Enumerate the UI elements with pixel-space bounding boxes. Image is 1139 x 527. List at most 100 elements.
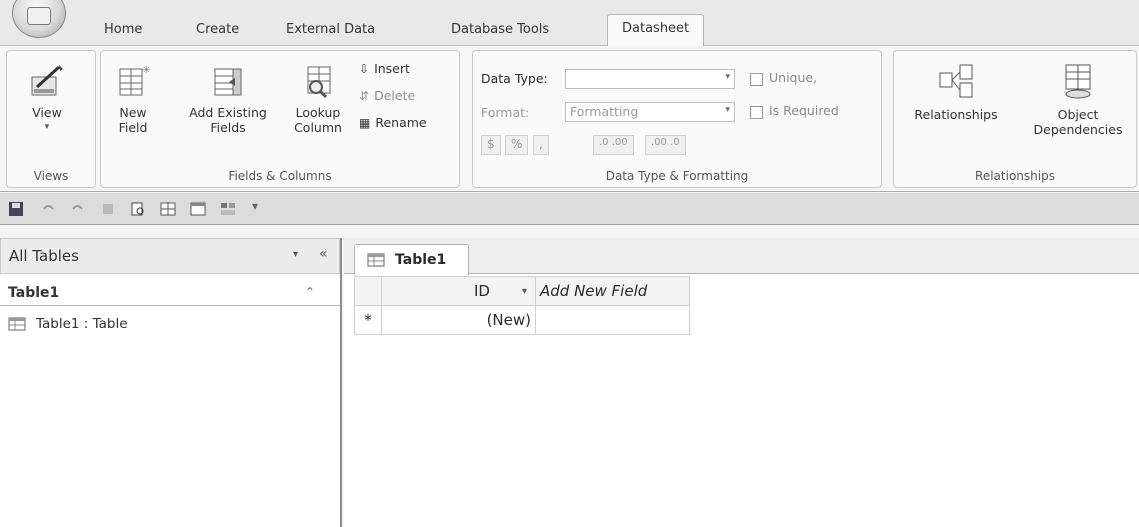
group-relationships: Relationships Object Dependencies Relati… [893, 50, 1137, 188]
select-all-corner[interactable] [354, 276, 382, 306]
navigation-pane: All Tables ▾ « Table1 ⌃ Table1 : Table [0, 238, 342, 527]
redo-icon[interactable] [70, 201, 86, 217]
nav-header[interactable]: All Tables ▾ « [0, 238, 340, 274]
table-icon [367, 253, 385, 267]
view-icon [31, 65, 63, 96]
lookup-column-button[interactable]: Lookup Column [283, 63, 353, 135]
lookup-label-1: Lookup [295, 105, 341, 120]
tab-home[interactable]: Home [104, 22, 142, 37]
group-label-relationships: Relationships [975, 169, 1055, 183]
relationships-icon [939, 64, 973, 98]
is-required-checkbox[interactable] [750, 106, 763, 119]
insert-label: Insert [374, 61, 410, 76]
new-row-add-field-cell[interactable] [535, 305, 690, 335]
nav-title: All Tables [9, 247, 79, 265]
table-icon [8, 317, 26, 331]
view-label: View [32, 105, 62, 120]
add-existing-label-2: Fields [210, 120, 246, 135]
svg-text:✳: ✳ [142, 65, 150, 76]
format-dropdown-icon: ▾ [725, 105, 730, 115]
percent-button[interactable]: % [505, 135, 529, 155]
lookup-column-icon [307, 66, 331, 99]
unique-checkbox[interactable] [750, 73, 763, 86]
group-label-fields-columns: Fields & Columns [228, 169, 332, 183]
undo-icon[interactable] [40, 201, 56, 217]
lookup-label-2: Column [294, 120, 342, 135]
format-value: Formatting [570, 104, 639, 119]
document-tab-bar: Table1 [344, 238, 1139, 275]
object-dependencies-button[interactable]: Object Dependencies [1018, 61, 1138, 137]
relationships-label: Relationships [914, 107, 998, 122]
data-type-label: Data Type: [481, 71, 548, 86]
save-icon[interactable] [8, 201, 24, 217]
column-header-id[interactable]: ID ▾ [381, 276, 536, 306]
nav-item-table1[interactable]: Table1 : Table [8, 316, 128, 332]
new-field-label-1: New [119, 105, 147, 120]
object-dependencies-icon [1065, 64, 1091, 99]
insert-button[interactable]: ⇩ Insert [359, 61, 410, 76]
group-data-type-formatting: Data Type: ▾ Unique, Format: Formatting … [472, 50, 882, 188]
document-tab-label: Table1 [395, 252, 447, 268]
ribbon: View ▾ Views ✳ New Field Add Existing Fi… [0, 46, 1139, 192]
column-header-add-new-field[interactable]: Add New Field [535, 276, 690, 306]
office-logo-icon [27, 7, 51, 25]
currency-button[interactable]: $ [481, 135, 501, 155]
delete-icon: ⇵ [359, 88, 370, 103]
group-label-views: Views [33, 169, 69, 183]
tab-create[interactable]: Create [196, 22, 239, 37]
new-row-id-cell[interactable]: (New) [381, 305, 536, 335]
layout-icon[interactable] [220, 201, 236, 217]
new-field-icon: ✳ [119, 65, 150, 96]
object-dependencies-label-1: Object [1057, 107, 1099, 122]
document-tab-table1[interactable]: Table1 [354, 244, 469, 275]
format-label: Format: [481, 105, 530, 120]
add-existing-label-1: Add Existing [189, 105, 267, 120]
customize-qat-icon[interactable]: ▾ [252, 199, 258, 213]
print-preview-icon[interactable] [130, 201, 146, 217]
delete-button[interactable]: ⇵ Delete [359, 88, 415, 103]
tab-external-data[interactable]: External Data [286, 22, 375, 37]
sort-icon[interactable] [100, 201, 116, 217]
unique-label: Unique, [769, 70, 818, 85]
column-sort-dropdown-icon[interactable]: ▾ [522, 286, 527, 297]
nav-group-header[interactable]: Table1 ⌃ [0, 282, 340, 306]
data-type-dropdown-icon: ▾ [725, 72, 730, 82]
new-field-label-2: Field [118, 120, 148, 135]
group-label-data-type: Data Type & Formatting [605, 169, 749, 183]
format-dropdown[interactable]: Formatting ▾ [565, 102, 735, 122]
shutter-bar-collapse-icon[interactable]: « [319, 246, 328, 262]
grid-icon[interactable] [160, 201, 176, 217]
new-row-selector[interactable]: * [354, 305, 382, 335]
add-existing-fields-button[interactable]: Add Existing Fields [173, 63, 283, 135]
new-field-button[interactable]: ✳ New Field [109, 63, 157, 135]
is-required-label: Is Required [769, 103, 839, 118]
tab-datasheet[interactable]: Datasheet [607, 14, 705, 47]
tab-database-tools[interactable]: Database Tools [451, 22, 549, 37]
window-icon[interactable] [190, 201, 206, 217]
rename-icon: ▦ [359, 115, 371, 130]
relationships-button[interactable]: Relationships [900, 61, 1012, 122]
delete-label: Delete [374, 88, 416, 103]
comma-button[interactable]: , [533, 135, 549, 155]
rename-button[interactable]: ▦ Rename [359, 115, 427, 130]
group-fields-columns: ✳ New Field Add Existing Fields Lookup C… [100, 50, 460, 188]
quick-access-toolbar: ▾ [0, 193, 1139, 225]
data-type-dropdown[interactable]: ▾ [565, 69, 735, 89]
increase-decimals-button[interactable]: .0 .00 [593, 135, 634, 155]
column-header-id-label: ID [473, 282, 490, 300]
nav-group-title: Table1 [8, 285, 60, 301]
object-dependencies-label-2: Dependencies [1033, 122, 1123, 137]
insert-icon: ⇩ [359, 61, 370, 76]
rename-label: Rename [375, 115, 427, 130]
decrease-decimals-button[interactable]: .00 .0 [645, 135, 686, 155]
add-existing-fields-icon [214, 68, 242, 96]
nav-dropdown-icon[interactable]: ▾ [293, 249, 298, 260]
nav-item-label: Table1 : Table [36, 316, 128, 332]
view-dropdown-icon: ▾ [44, 122, 50, 132]
group-views: View ▾ Views [6, 50, 96, 188]
office-button[interactable] [12, 0, 66, 38]
view-button[interactable]: View ▾ [17, 63, 77, 135]
ribbon-tab-bar: Home Create External Data Database Tools… [0, 0, 1139, 47]
chevron-up-icon[interactable]: ⌃ [305, 285, 315, 299]
document-area: Table1 ID ▾ Add New Field * (New) [344, 238, 1139, 527]
